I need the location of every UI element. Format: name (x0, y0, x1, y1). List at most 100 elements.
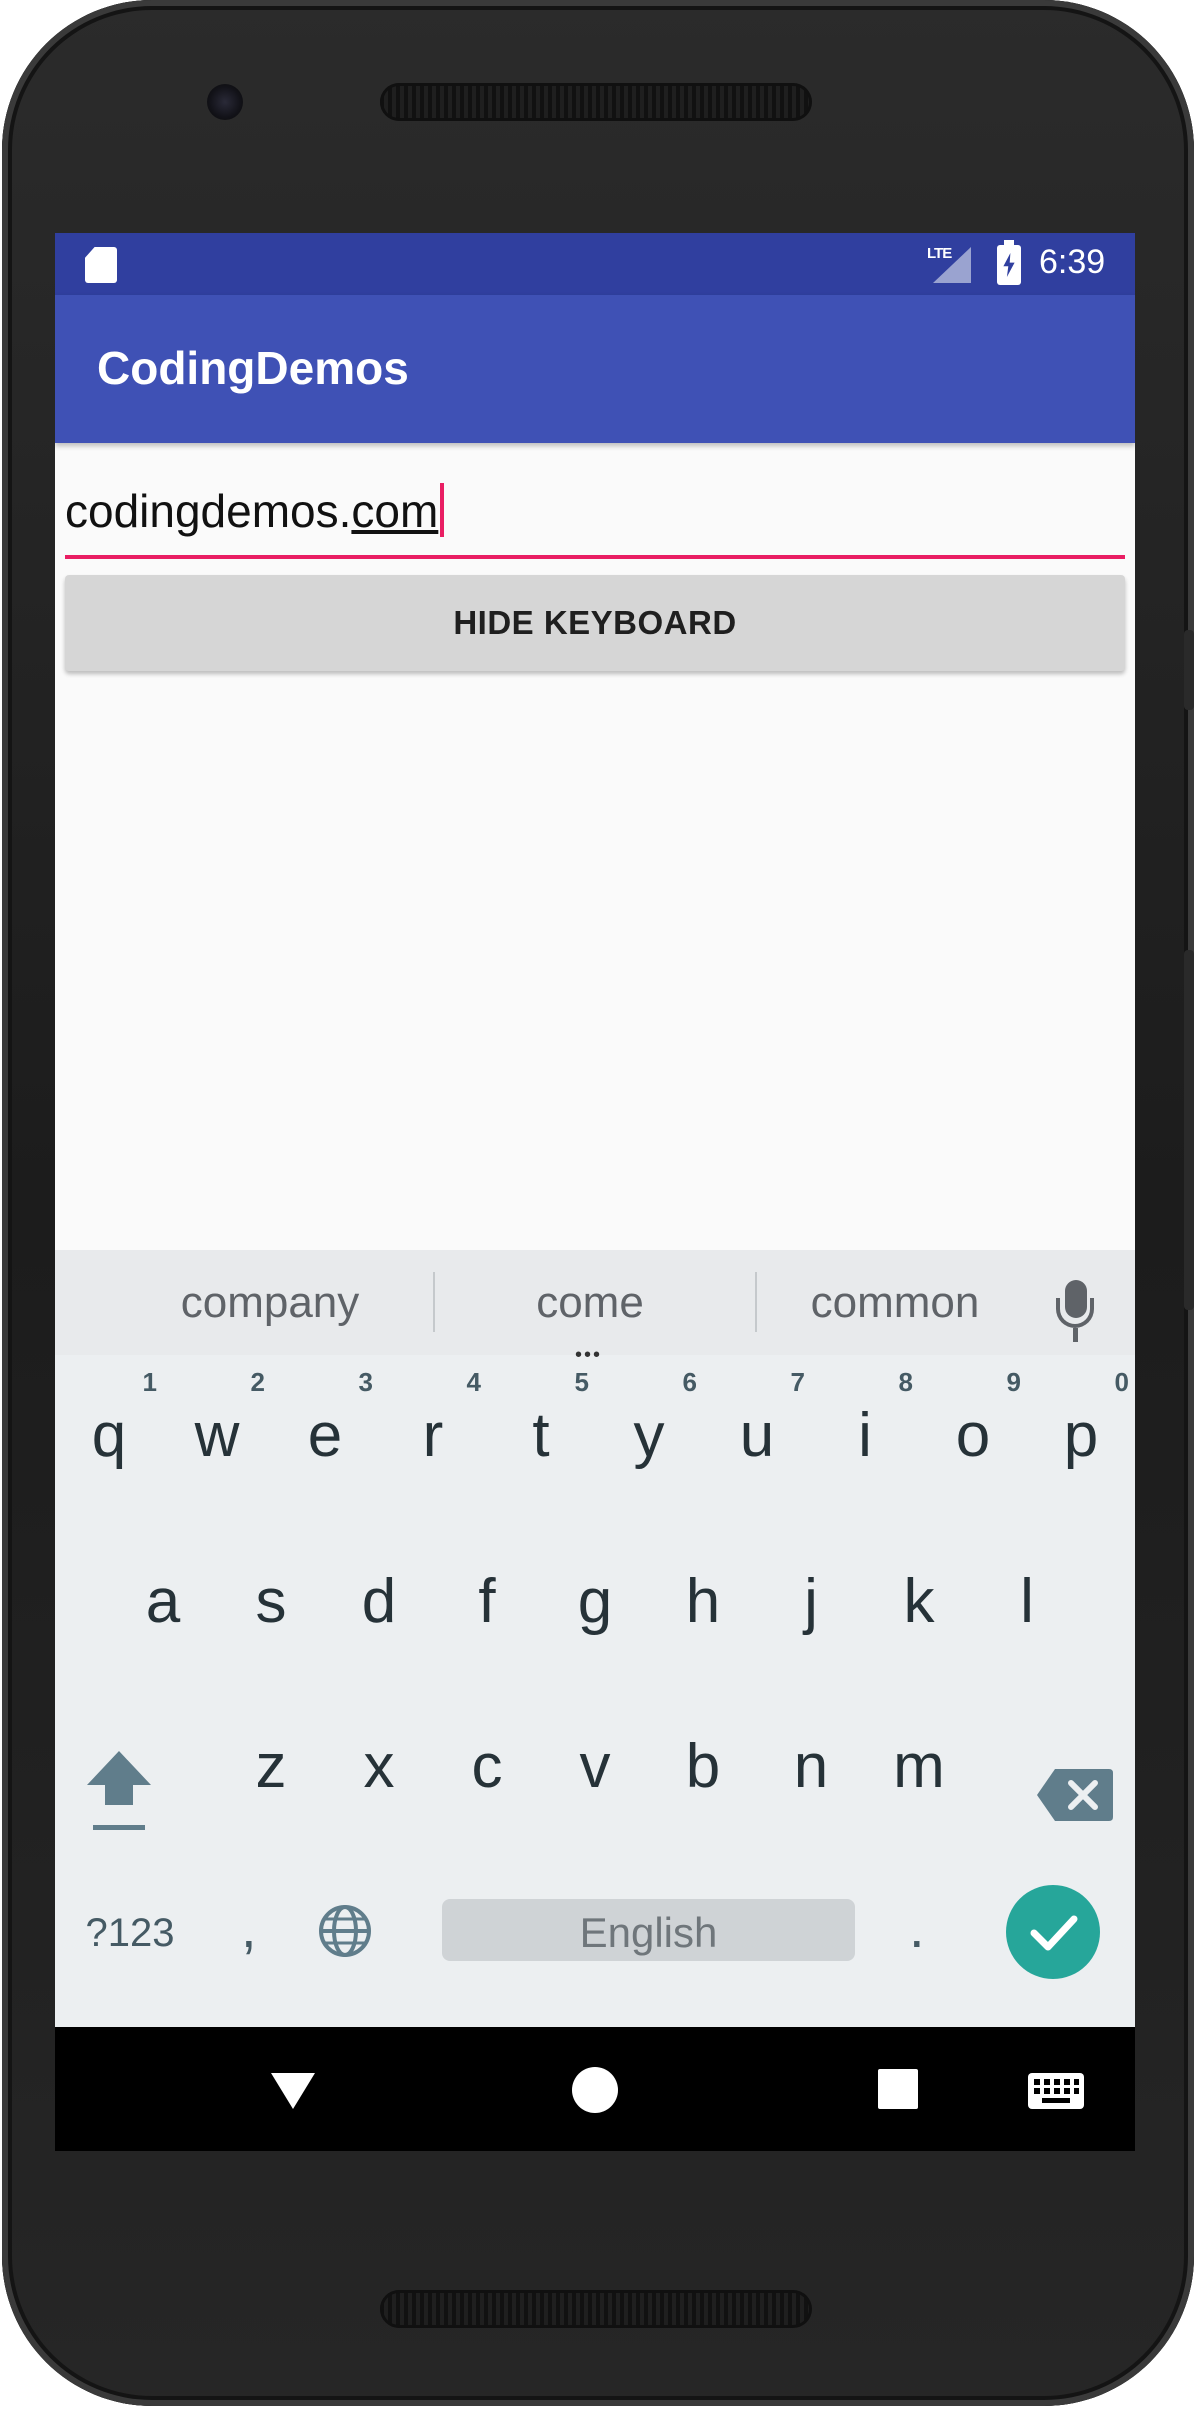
navigation-bar (55, 2027, 1135, 2151)
key-s[interactable]: s (217, 1521, 325, 1671)
key-d[interactable]: d (325, 1521, 433, 1671)
key-n[interactable]: n (757, 1686, 865, 1836)
symbols-key[interactable]: ?123 (65, 1873, 195, 1993)
key-label: x (363, 1732, 395, 1801)
key-o[interactable]: o9 (919, 1355, 1027, 1505)
sd-card-icon (85, 247, 117, 283)
language-key[interactable] (295, 1873, 395, 1993)
symbols-key-label: ?123 (85, 1911, 175, 1955)
key-label: c (471, 1732, 503, 1801)
key-v[interactable]: v (541, 1686, 649, 1836)
app-bar: CodingDemos (55, 295, 1135, 443)
key-g[interactable]: g (541, 1521, 649, 1671)
screen: LTE 6:39 CodingDemos codingdemos.com HID… (55, 233, 1135, 2151)
keyboard-switch-icon[interactable] (1028, 2073, 1084, 2109)
key-k[interactable]: k (865, 1521, 973, 1671)
globe-icon (319, 1905, 371, 1957)
key-label: k (903, 1567, 935, 1636)
delete-key[interactable] (1015, 1725, 1135, 1865)
text-cursor (440, 483, 445, 537)
key-label: w (194, 1401, 240, 1470)
top-speaker (380, 83, 812, 121)
key-y[interactable]: y6 (595, 1355, 703, 1505)
power-button (1184, 630, 1194, 710)
enter-key[interactable] (1006, 1885, 1100, 1979)
key-c[interactable]: c (433, 1686, 541, 1836)
key-label: d (361, 1567, 397, 1636)
key-w[interactable]: w2 (163, 1355, 271, 1505)
app-title: CodingDemos (97, 342, 409, 394)
key-l[interactable]: l (973, 1521, 1081, 1671)
key-label: b (685, 1732, 721, 1801)
key-label: z (255, 1732, 287, 1801)
hide-keyboard-button[interactable]: HIDE KEYBOARD (65, 575, 1125, 671)
recents-icon[interactable] (878, 2069, 918, 2109)
key-label: j (804, 1567, 818, 1636)
key-number-hint: 5 (574, 1367, 589, 1397)
key-number-hint: 2 (250, 1367, 265, 1397)
key-label: h (685, 1567, 721, 1636)
space-key[interactable]: English (442, 1899, 855, 1961)
key-label: u (739, 1401, 775, 1470)
battery-charging-icon (997, 240, 1021, 285)
key-label: m (893, 1732, 945, 1801)
backspace-icon (1037, 1769, 1113, 1821)
status-time: 6:39 (1039, 243, 1106, 281)
home-icon[interactable] (572, 2067, 618, 2113)
key-number-hint: 6 (682, 1367, 697, 1397)
key-x[interactable]: x (325, 1686, 433, 1836)
key-label: o (955, 1401, 991, 1470)
mic-icon-stand (1056, 1298, 1094, 1328)
space-key-label: English (579, 1909, 718, 1956)
key-p[interactable]: p0 (1027, 1355, 1135, 1505)
key-j[interactable]: j (757, 1521, 865, 1671)
bottom-speaker (380, 2290, 812, 2328)
key-number-hint: 0 (1114, 1367, 1129, 1397)
key-t[interactable]: t5 (487, 1355, 595, 1505)
key-number-hint: 4 (466, 1367, 481, 1397)
key-z[interactable]: z (217, 1686, 325, 1836)
key-q[interactable]: q1 (55, 1355, 163, 1505)
key-number-hint: 3 (358, 1367, 373, 1397)
key-number-hint: 7 (790, 1367, 805, 1397)
key-b[interactable]: b (649, 1686, 757, 1836)
suggestion-divider (433, 1272, 435, 1332)
key-h[interactable]: h (649, 1521, 757, 1671)
period-key[interactable]: . (875, 1873, 965, 1993)
key-number-hint: 1 (142, 1367, 157, 1397)
key-e[interactable]: e3 (271, 1355, 379, 1505)
comma-key[interactable]: , (205, 1873, 295, 1993)
key-m[interactable]: m (865, 1686, 973, 1836)
key-i[interactable]: i8 (811, 1355, 919, 1505)
status-bar: LTE 6:39 (55, 233, 1135, 295)
key-u[interactable]: u7 (703, 1355, 811, 1505)
key-label: g (577, 1567, 613, 1636)
key-label: t (532, 1401, 550, 1470)
key-label: s (255, 1567, 287, 1636)
suggestion-1[interactable]: company (145, 1278, 395, 1328)
key-a[interactable]: a (109, 1521, 217, 1671)
text-input-value: codingdemos.com (65, 483, 445, 538)
suggestion-3[interactable]: common (770, 1278, 1020, 1328)
key-label: l (1020, 1567, 1034, 1636)
volume-button (1184, 950, 1194, 1310)
key-r[interactable]: r4 (379, 1355, 487, 1505)
suggestion-2[interactable]: come (465, 1278, 715, 1328)
key-label: p (1063, 1401, 1099, 1470)
back-icon[interactable] (268, 2069, 318, 2113)
key-f[interactable]: f (433, 1521, 541, 1671)
key-label: n (793, 1732, 829, 1801)
key-number-hint: 9 (1006, 1367, 1021, 1397)
text-input[interactable]: codingdemos.com (65, 473, 1125, 561)
key-label: i (858, 1401, 872, 1470)
shift-key[interactable] (65, 1725, 175, 1865)
input-text-composing: com (351, 485, 439, 537)
input-underline (65, 555, 1125, 559)
key-label: v (579, 1732, 611, 1801)
checkmark-icon (1030, 1915, 1078, 1951)
key-number-hint: 8 (898, 1367, 913, 1397)
comma-key-label: , (241, 1896, 257, 1959)
suggestion-strip: company come ••• common (55, 1250, 1135, 1366)
key-label: q (91, 1401, 127, 1470)
suggestion-divider (755, 1272, 757, 1332)
